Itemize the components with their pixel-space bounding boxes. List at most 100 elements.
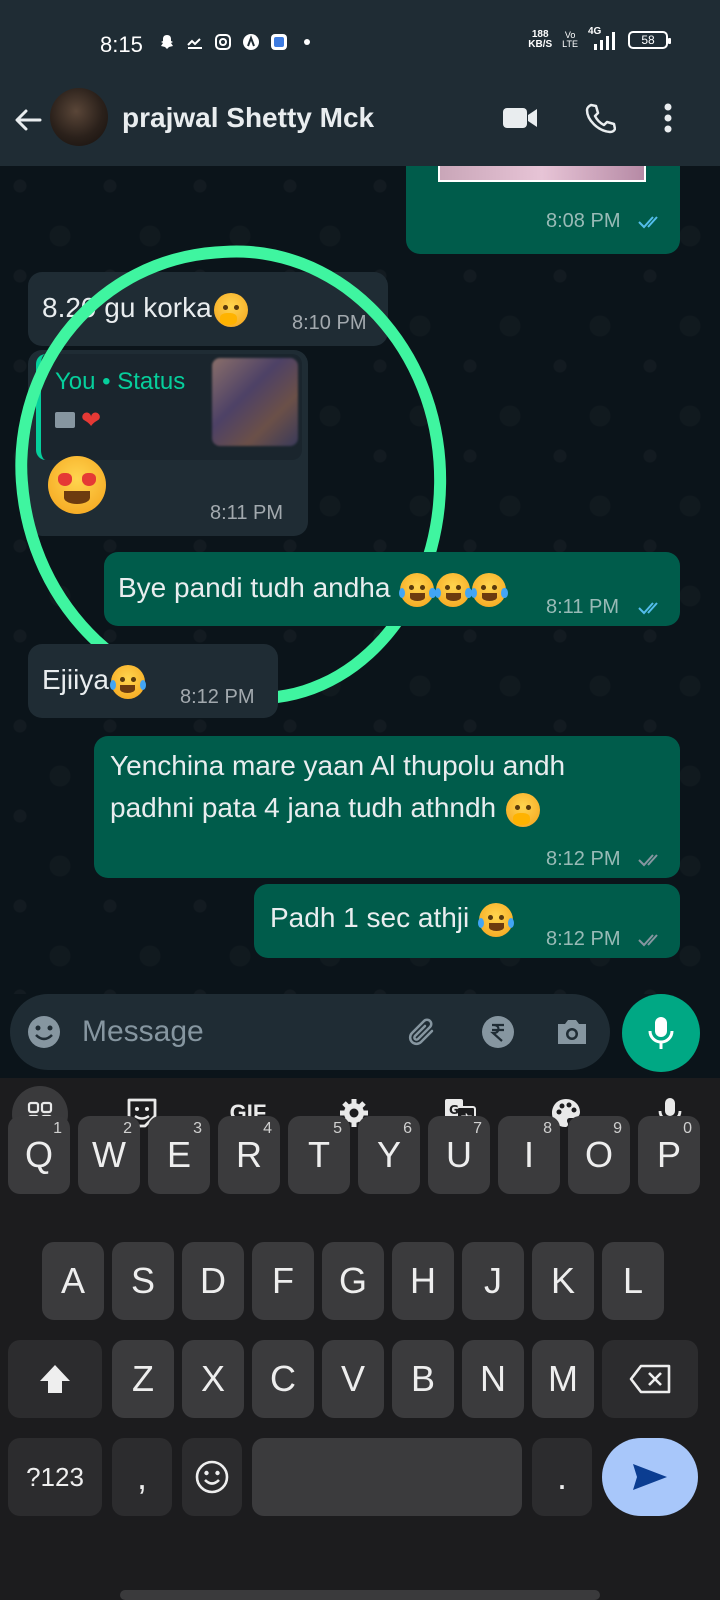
snapchat-icon: [158, 33, 176, 51]
emoji-icon[interactable]: [26, 1014, 62, 1050]
message-time: 8:11 PM: [546, 596, 619, 618]
key-label: I: [523, 1134, 534, 1175]
message-time: 8:12 PM: [180, 686, 255, 708]
key-p[interactable]: P0: [638, 1116, 700, 1194]
voice-call-icon[interactable]: [580, 98, 620, 138]
emoji-key[interactable]: [182, 1438, 242, 1516]
message-time: 8:11 PM: [210, 502, 283, 524]
symbols-key[interactable]: ?123: [8, 1438, 102, 1516]
backspace-key[interactable]: [602, 1340, 698, 1418]
key-d[interactable]: D: [182, 1242, 244, 1320]
chat-area[interactable]: 8:08 PM 8.20 gu korka 8:10 PM You • Stat…: [0, 166, 720, 994]
key-c[interactable]: C: [252, 1340, 314, 1418]
key-number-hint: 3: [193, 1120, 202, 1137]
key-x[interactable]: X: [182, 1340, 244, 1418]
key-label: N: [480, 1358, 506, 1399]
key-label: V: [340, 1358, 365, 1399]
key-label: G: [338, 1260, 367, 1301]
key-label: T: [308, 1134, 330, 1175]
tears-of-joy-emoji: [109, 664, 147, 699]
tears-of-joy-emoji: [434, 572, 472, 607]
message-body: Bye pandi tudh andha: [118, 572, 391, 603]
key-l[interactable]: L: [602, 1242, 664, 1320]
period-key[interactable]: .: [532, 1438, 592, 1516]
message-input[interactable]: [82, 1008, 382, 1056]
status-thumbnail: [212, 358, 298, 446]
photo-icon: [55, 412, 75, 428]
shift-key[interactable]: [8, 1340, 102, 1418]
key-e[interactable]: E3: [148, 1116, 210, 1194]
battery-indicator: 58: [628, 31, 671, 49]
svg-text:G: G: [449, 1103, 459, 1117]
key-f[interactable]: F: [252, 1242, 314, 1320]
key-label: Y: [376, 1134, 401, 1175]
key-label: L: [622, 1260, 644, 1301]
key-label: B: [410, 1358, 435, 1399]
heart-eyes-emoji-wrap: [46, 456, 106, 514]
contact-avatar[interactable]: [50, 88, 108, 146]
app-icon: [242, 33, 260, 51]
key-label: C: [270, 1358, 296, 1399]
space-key[interactable]: [252, 1438, 522, 1516]
message-body: padhni pata 4 jana tudh athndh: [110, 792, 497, 823]
tears-of-joy-emoji: [477, 902, 515, 937]
message-time: 8:10 PM: [292, 312, 367, 334]
key-g[interactable]: G: [322, 1242, 384, 1320]
volte-indicator: Vo LTE: [562, 31, 578, 49]
hand-over-mouth-emoji: [505, 792, 540, 827]
message-incoming[interactable]: 8.20 gu korka 8:10 PM: [28, 272, 388, 346]
status-time: 8:15: [100, 32, 143, 57]
key-b[interactable]: B: [392, 1340, 454, 1418]
key-w[interactable]: W2: [78, 1116, 140, 1194]
key-k[interactable]: K: [532, 1242, 594, 1320]
key-label: R: [236, 1134, 262, 1175]
net-speed-unit: KB/S: [528, 39, 553, 50]
signal-icon: 4G: [588, 26, 618, 50]
message-time: 8:12 PM: [546, 848, 621, 870]
comma-key[interactable]: ,: [112, 1438, 172, 1516]
key-s[interactable]: S: [112, 1242, 174, 1320]
message-incoming[interactable]: Ejiiya 8:12 PM: [28, 644, 278, 718]
key-y[interactable]: Y6: [358, 1116, 420, 1194]
rupee-payment-icon[interactable]: [480, 1014, 516, 1050]
attach-icon[interactable]: [406, 1014, 442, 1050]
delivered-ticks-icon: [638, 854, 658, 867]
status-reply-preview[interactable]: You • Status ❤: [36, 354, 302, 460]
mic-button[interactable]: [622, 994, 700, 1072]
key-i[interactable]: I8: [498, 1116, 560, 1194]
key-label: U: [446, 1134, 472, 1175]
message-outgoing[interactable]: Bye pandi tudh andha 8:11 PM: [104, 552, 680, 626]
key-number-hint: 1: [53, 1120, 62, 1137]
key-label: D: [200, 1260, 226, 1301]
key-q[interactable]: Q1: [8, 1116, 70, 1194]
more-dot-icon: [298, 33, 316, 51]
image-thumbnail[interactable]: [438, 166, 646, 182]
key-z[interactable]: Z: [112, 1340, 174, 1418]
key-v[interactable]: V: [322, 1340, 384, 1418]
key-n[interactable]: N: [462, 1340, 524, 1418]
send-key[interactable]: [602, 1438, 698, 1516]
camera-icon[interactable]: [554, 1014, 590, 1050]
read-ticks-icon: [638, 216, 658, 229]
message-outgoing[interactable]: Yenchina mare yaan Al thupolu andh padhn…: [94, 736, 680, 878]
key-r[interactable]: R4: [218, 1116, 280, 1194]
message-time: 8:12 PM: [546, 928, 621, 950]
message-body: Ejiiya: [42, 664, 109, 695]
key-h[interactable]: H: [392, 1242, 454, 1320]
key-t[interactable]: T5: [288, 1116, 350, 1194]
app-icon-blue: [270, 33, 288, 51]
key-j[interactable]: J: [462, 1242, 524, 1320]
back-arrow-icon[interactable]: [10, 102, 46, 138]
key-u[interactable]: U7: [428, 1116, 490, 1194]
instagram-icon: [214, 33, 232, 51]
key-label: S: [130, 1260, 155, 1301]
more-options-icon[interactable]: [648, 98, 688, 138]
key-m[interactable]: M: [532, 1340, 594, 1418]
contact-name[interactable]: prajwal Shetty Mck: [122, 102, 374, 134]
key-o[interactable]: O9: [568, 1116, 630, 1194]
message-outgoing-image[interactable]: 8:08 PM: [406, 166, 680, 254]
video-call-icon[interactable]: [500, 98, 540, 138]
key-number-hint: 8: [543, 1120, 552, 1137]
key-a[interactable]: A: [42, 1242, 104, 1320]
message-outgoing[interactable]: Padh 1 sec athji 8:12 PM: [254, 884, 680, 958]
